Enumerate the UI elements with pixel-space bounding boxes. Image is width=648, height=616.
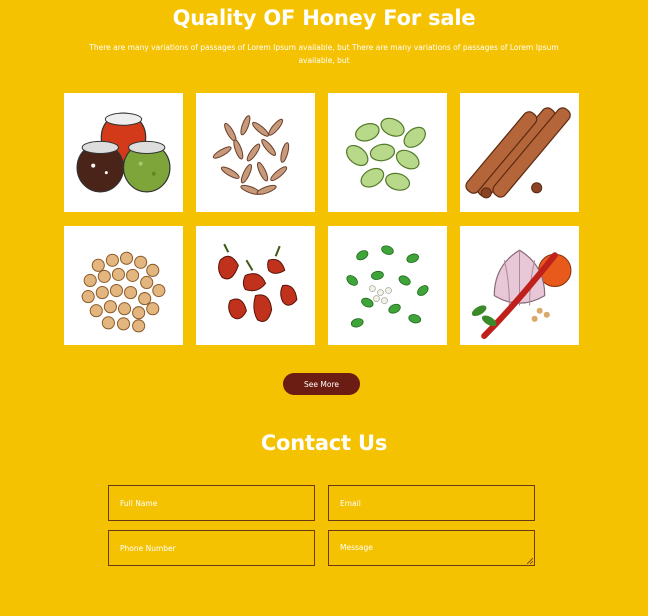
cardamom-pods-icon bbox=[345, 117, 426, 191]
email-placeholder: Email bbox=[340, 498, 361, 508]
product-tile-cinnamon[interactable] bbox=[460, 93, 579, 212]
message-field[interactable]: Message bbox=[328, 530, 535, 566]
cinnamon-sticks-icon bbox=[465, 107, 571, 199]
cumin-seeds-icon bbox=[212, 115, 290, 195]
fenugreek-leaves-icon bbox=[346, 245, 429, 328]
product-tile-garlic-chili[interactable] bbox=[460, 226, 579, 345]
product-tile-spice-jars[interactable] bbox=[64, 93, 183, 212]
phone-number-field[interactable]: Phone Number bbox=[108, 530, 315, 566]
coriander-seeds-icon bbox=[81, 251, 166, 333]
spice-jars-icon bbox=[76, 112, 171, 193]
page-title: Quality OF Honey For sale bbox=[172, 6, 476, 30]
see-more-button[interactable]: See More bbox=[283, 373, 360, 395]
message-placeholder: Message bbox=[340, 543, 373, 552]
page-subtitle: There are many variations of passages of… bbox=[89, 43, 559, 65]
resize-handle-icon[interactable] bbox=[527, 558, 533, 564]
product-tile-cumin[interactable] bbox=[196, 93, 315, 212]
product-tile-coriander[interactable] bbox=[64, 226, 183, 345]
product-tile-chilies[interactable] bbox=[196, 226, 315, 345]
full-name-placeholder: Full Name bbox=[120, 498, 158, 508]
email-field[interactable]: Email bbox=[328, 485, 535, 521]
full-name-field[interactable]: Full Name bbox=[108, 485, 315, 521]
red-chilies-icon bbox=[218, 243, 298, 322]
garlic-chili-onion-icon bbox=[471, 249, 572, 339]
product-tile-cardamom[interactable] bbox=[328, 93, 447, 212]
product-tile-fenugreek[interactable] bbox=[328, 226, 447, 345]
contact-title: Contact Us bbox=[260, 431, 388, 455]
phone-number-placeholder: Phone Number bbox=[120, 543, 176, 553]
